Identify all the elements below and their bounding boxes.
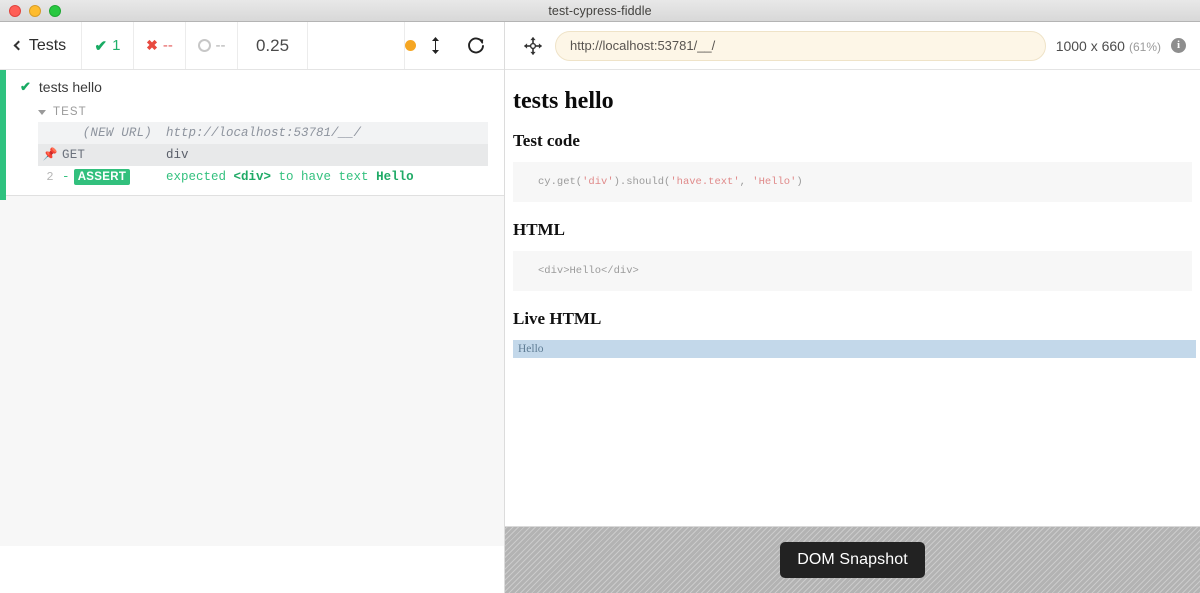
- hook-header-test[interactable]: TEST: [38, 103, 488, 122]
- assert-expected-text: Hello: [376, 170, 414, 184]
- caret-down-icon: [38, 109, 46, 115]
- section-heading-html: HTML: [513, 220, 565, 239]
- hooks-container: TEST (NEW URL) http://localhost:53781/__…: [0, 103, 504, 188]
- chevron-left-icon: [13, 40, 24, 51]
- code-string: 'have.text': [670, 176, 740, 188]
- ring-icon: [197, 39, 211, 52]
- test-title: tests hello: [38, 79, 102, 95]
- assert-badge: ASSERT: [73, 169, 131, 185]
- stat-pending[interactable]: --: [186, 22, 238, 69]
- code-part: ).should(: [613, 176, 671, 188]
- html-code-block: <div>Hello</div>: [513, 251, 1192, 291]
- test-suite-item: ✔ tests hello TEST (NEW URL) http://loca…: [0, 70, 504, 200]
- command-row-get[interactable]: 📌 GET div: [38, 144, 488, 166]
- app-root: Tests ✔ 1 ✖ -- -- 0.25 ✔ tests hello TES…: [0, 22, 1200, 593]
- code-string: 'div': [582, 176, 614, 188]
- code-part: cy.get(: [538, 176, 583, 188]
- section-heading-test-code: Test code: [513, 131, 580, 150]
- duration-display: 0.25: [238, 22, 308, 69]
- assert-prefix: -: [62, 170, 70, 184]
- command-row-new-url[interactable]: (NEW URL) http://localhost:53781/__/: [38, 122, 488, 144]
- stat-pending-value: --: [215, 37, 226, 54]
- html-code-text: <div>Hello</div>: [538, 265, 639, 277]
- amber-dot-icon: [405, 40, 416, 51]
- reporter-controls: [405, 22, 504, 69]
- live-html-div: Hello: [513, 340, 1196, 358]
- command-method: GET: [62, 148, 86, 162]
- reporter-empty-area: [0, 196, 504, 546]
- dom-snapshot-label[interactable]: DOM Snapshot: [780, 542, 925, 578]
- page-title: tests hello: [513, 88, 614, 114]
- viewport-size-label: 1000 x 660 (61%): [1056, 38, 1161, 54]
- aut-page-content: tests hello Test code cy.get('div').shou…: [505, 88, 1200, 358]
- check-icon: ✔: [20, 79, 31, 94]
- command-method-assert: - ASSERT: [62, 166, 158, 188]
- passing-status-rail: [0, 70, 6, 200]
- toolbar-spacer: [308, 22, 405, 69]
- pin-icon: 📌: [42, 148, 58, 162]
- stat-passed[interactable]: ✔ 1: [82, 22, 134, 69]
- info-icon[interactable]: i: [1171, 38, 1186, 53]
- test-list-divider: [0, 188, 504, 196]
- aut-url-input[interactable]: http://localhost:53781/__/: [555, 30, 1046, 61]
- restart-icon: [468, 37, 484, 53]
- viewport-dimensions: 1000 x 660: [1055, 37, 1125, 54]
- aut-viewport: tests hello Test code cy.get('div').shou…: [505, 70, 1200, 526]
- section-heading-live-html: Live HTML: [513, 309, 602, 328]
- back-to-tests-button[interactable]: Tests: [0, 22, 82, 69]
- test-code-block: cy.get('div').should('have.text', 'Hello…: [513, 162, 1192, 202]
- back-to-tests-label: Tests: [28, 36, 67, 54]
- command-message: expected <div> to have text Hello: [158, 166, 488, 188]
- command-method: (NEW URL): [82, 126, 152, 140]
- studio-dot-indicator[interactable]: [405, 40, 416, 51]
- check-icon: ✔: [94, 37, 108, 55]
- code-string: 'Hello': [752, 176, 797, 188]
- assert-selector: <div>: [233, 170, 272, 184]
- crosshair-icon: [524, 36, 542, 55]
- command-message: div: [166, 148, 189, 162]
- command-message: http://localhost:53781/__/: [166, 126, 362, 140]
- up-down-arrow-icon: [431, 37, 439, 54]
- aut-url-text: http://localhost:53781/__/: [570, 38, 716, 53]
- duration-value: 0.25: [255, 35, 290, 55]
- command-row-assert[interactable]: 2 - ASSERT expected <div> to have text H…: [38, 166, 488, 188]
- hook-label-text: TEST: [53, 106, 87, 118]
- selector-playground-button[interactable]: [521, 36, 545, 55]
- aut-toolbar: http://localhost:53781/__/ 1000 x 660 (61…: [505, 22, 1200, 70]
- auto-scroll-toggle-button[interactable]: [422, 34, 448, 58]
- test-code-text: cy.get('div').should('have.text', 'Hello…: [513, 175, 1192, 189]
- command-number: 2: [46, 170, 54, 184]
- assert-text-2: to have text: [271, 170, 377, 184]
- app-under-test-pane: http://localhost:53781/__/ 1000 x 660 (61…: [505, 22, 1200, 593]
- stat-failed[interactable]: ✖ --: [134, 22, 186, 69]
- live-html-container: Hello: [513, 340, 1196, 358]
- window-titlebar: test-cypress-fiddle: [0, 0, 1200, 22]
- dom-snapshot-bar: DOM Snapshot: [505, 526, 1200, 593]
- code-part: ): [796, 176, 803, 188]
- stat-failed-value: --: [162, 37, 173, 54]
- stat-passed-value: 1: [112, 37, 121, 54]
- test-title-row[interactable]: ✔ tests hello: [0, 70, 504, 103]
- code-part: ,: [739, 176, 753, 188]
- window-title: test-cypress-fiddle: [548, 3, 652, 18]
- restart-tests-button[interactable]: [448, 34, 504, 58]
- reporter-toolbar: Tests ✔ 1 ✖ -- -- 0.25: [0, 22, 504, 70]
- viewport-scale: (61%): [1128, 39, 1161, 54]
- assert-text-1: expected: [166, 170, 234, 184]
- reporter-pane: Tests ✔ 1 ✖ -- -- 0.25 ✔ tests hello TES…: [0, 22, 505, 593]
- test-results-list: ✔ tests hello TEST (NEW URL) http://loca…: [0, 70, 504, 546]
- x-icon: ✖: [146, 37, 158, 53]
